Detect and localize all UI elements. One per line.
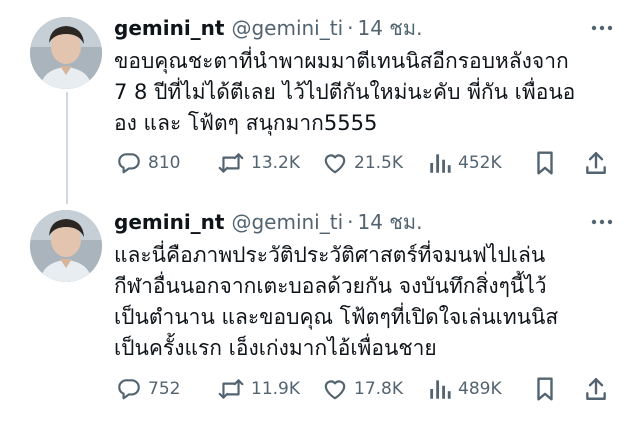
tweet-text: และนี่คือภาพประวัติประวัติศาสตร์ที่จมนฟไ…	[114, 243, 559, 360]
views-button[interactable]: 489K	[428, 374, 502, 404]
reply-button[interactable]: 752	[116, 374, 180, 404]
separator-dot: ·	[347, 210, 354, 234]
repost-button[interactable]: 11.9K	[217, 374, 300, 404]
avatar[interactable]	[30, 210, 102, 282]
tweet-header: gemini_nt @gemini_ti · 14 ชม.	[114, 206, 422, 238]
reply-count: 810	[148, 153, 181, 173]
reply-button[interactable]: 810	[116, 148, 180, 178]
share-button[interactable]	[584, 148, 614, 178]
user-handle[interactable]: @gemini_ti	[231, 16, 343, 40]
bookmark-button[interactable]	[534, 374, 562, 404]
bookmark-button[interactable]	[534, 148, 562, 178]
tweet-2[interactable]: gemini_nt @gemini_ti · 14 ชม. และนี่คือภ…	[0, 204, 642, 422]
like-count: 21.5K	[354, 153, 403, 173]
user-handle[interactable]: @gemini_ti	[231, 210, 343, 234]
share-upload-icon	[586, 378, 606, 400]
tweet-actions: 752 11.9K 17.8K 489K	[114, 374, 624, 404]
repost-button[interactable]: 13.2K	[217, 148, 300, 178]
bar-chart-icon	[430, 380, 451, 399]
tweet-text: ขอบคุณชะตาที่นำพาผมมาตีเทนนิสอีกรอบหลังจ…	[114, 49, 576, 135]
tweet-actions: 810 13.2K 21.5K 452K	[114, 148, 624, 178]
bookmark-icon	[537, 151, 553, 175]
avatar[interactable]	[30, 17, 102, 89]
repost-arrows-icon	[218, 379, 244, 399]
speech-bubble-icon	[118, 379, 140, 400]
like-button[interactable]: 21.5K	[322, 148, 403, 178]
view-count: 489K	[458, 379, 502, 399]
share-upload-icon	[586, 152, 606, 174]
more-dots-icon[interactable]	[588, 208, 616, 236]
timestamp[interactable]: 14 ชม.	[358, 12, 423, 44]
view-count: 452K	[458, 153, 502, 173]
heart-icon	[324, 380, 346, 400]
bar-chart-icon	[430, 154, 451, 173]
display-name[interactable]: gemini_nt	[114, 210, 224, 234]
bookmark-icon	[537, 377, 553, 401]
separator-dot: ·	[347, 16, 354, 40]
reply-count: 752	[148, 379, 181, 399]
timestamp[interactable]: 14 ชม.	[358, 206, 423, 238]
tweet-1[interactable]: gemini_nt @gemini_ti · 14 ชม. ขอบคุณชะตา…	[0, 0, 642, 204]
display-name[interactable]: gemini_nt	[114, 16, 224, 40]
more-dots-icon[interactable]	[588, 14, 616, 42]
share-button[interactable]	[584, 374, 614, 404]
repost-arrows-icon	[218, 153, 244, 173]
repost-count: 11.9K	[251, 379, 300, 399]
like-count: 17.8K	[354, 379, 403, 399]
like-button[interactable]: 17.8K	[322, 374, 403, 404]
heart-icon	[324, 154, 346, 174]
views-button[interactable]: 452K	[428, 148, 502, 178]
speech-bubble-icon	[118, 153, 140, 174]
tweet-header: gemini_nt @gemini_ti · 14 ชม.	[114, 12, 422, 44]
repost-count: 13.2K	[251, 153, 300, 173]
thread-line	[66, 92, 68, 204]
